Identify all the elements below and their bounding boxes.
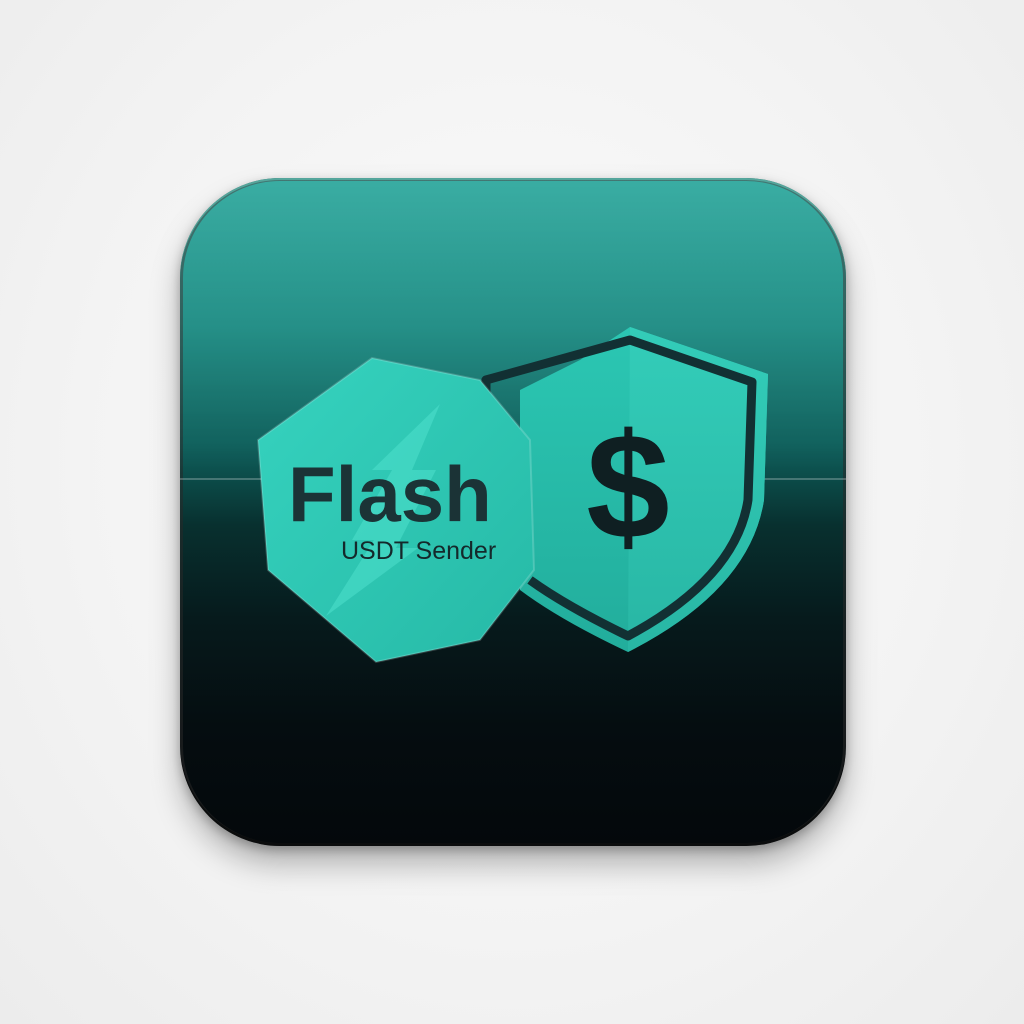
brand-title: Flash bbox=[288, 450, 492, 538]
app-icon-stage: $ Flash USDT Sender bbox=[0, 0, 1024, 1024]
dollar-sign-icon: $ bbox=[586, 402, 669, 570]
emblem-logo: $ Flash USDT Sender bbox=[256, 327, 768, 664]
brand-subtitle: USDT Sender bbox=[341, 537, 496, 565]
dollar-symbol: $ bbox=[586, 402, 669, 570]
